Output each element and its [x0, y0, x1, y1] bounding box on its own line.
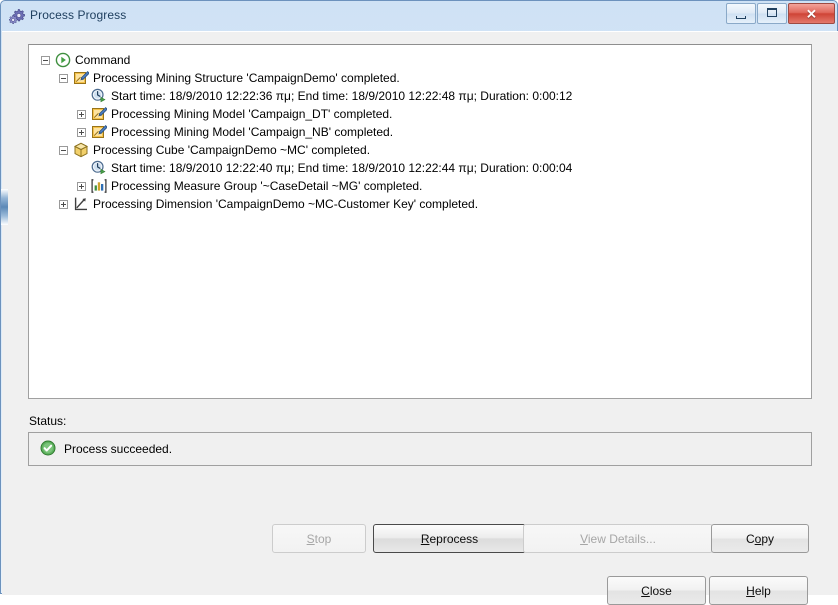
tree-node-label: Command [75, 52, 131, 67]
expand-toggle-icon[interactable] [77, 181, 86, 191]
cube-icon [73, 142, 89, 158]
tree-node[interactable]: Processing Dimension 'CampaignDemo ~MC-C… [29, 195, 811, 213]
dialog-body: Command Processing Mining Structure 'Camp… [2, 31, 838, 605]
help-button[interactable]: Help [709, 576, 808, 605]
maximize-icon [767, 8, 777, 17]
tree-node-label: Processing Mining Model 'Campaign_DT' co… [111, 106, 393, 121]
progress-tree-panel[interactable]: Command Processing Mining Structure 'Camp… [28, 44, 812, 399]
mining-model-icon [91, 106, 108, 122]
reprocess-button[interactable]: Reprocess [373, 524, 526, 553]
mining-model-icon [91, 124, 108, 140]
expand-toggle-icon[interactable] [77, 127, 86, 137]
close-dialog-button-label: Close [641, 583, 672, 598]
measure-group-icon [91, 178, 107, 194]
window-title: Process Progress [30, 8, 127, 22]
tree-node[interactable]: Processing Mining Structure 'CampaignDem… [29, 69, 811, 87]
tree-node-label: Processing Mining Structure 'CampaignDem… [93, 70, 400, 85]
stop-button[interactable]: Stop [272, 524, 366, 553]
reprocess-button-label: Reprocess [420, 531, 479, 546]
expand-toggle-icon[interactable] [77, 109, 86, 119]
clock-run-icon [91, 160, 107, 176]
tree-node-label: Processing Measure Group '~CaseDetail ~M… [111, 178, 423, 193]
status-box: Process succeeded. [28, 432, 812, 466]
tree-node-label: Start time: 18/9/2010 12:22:36 πμ; End t… [111, 88, 573, 103]
tree-node[interactable]: Processing Mining Model 'Campaign_DT' co… [29, 105, 811, 123]
tree-node-spacer [77, 92, 86, 101]
stop-button-label: Stop [306, 531, 332, 546]
tree-node-label: Processing Cube 'CampaignDemo ~MC' compl… [93, 142, 371, 157]
title-bar: Process Progress ✕ [1, 1, 838, 31]
close-button[interactable]: ✕ [788, 3, 835, 24]
process-progress-window: Process Progress ✕ Command Processing Min… [0, 0, 838, 605]
copy-button-label: Copy [745, 531, 775, 546]
tree-node[interactable]: Processing Cube 'CampaignDemo ~MC' compl… [29, 141, 811, 159]
tree-node[interactable]: Processing Mining Model 'Campaign_NB' co… [29, 123, 811, 141]
collapse-toggle-icon[interactable] [41, 55, 50, 65]
window-controls: ✕ [726, 3, 835, 24]
tree-node[interactable]: Start time: 18/9/2010 12:22:40 πμ; End t… [29, 159, 811, 177]
tree-node-spacer [77, 164, 86, 173]
collapse-toggle-icon[interactable] [59, 73, 68, 83]
tree-node-label: Processing Dimension 'CampaignDemo ~MC-C… [93, 196, 479, 211]
tree-node-label: Processing Mining Model 'Campaign_NB' co… [111, 124, 394, 139]
dimension-icon [73, 196, 89, 212]
tree-node[interactable]: Processing Measure Group '~CaseDetail ~M… [29, 177, 811, 195]
minimize-icon [736, 16, 746, 19]
gears-icon [8, 8, 25, 24]
tree-node-label: Start time: 18/9/2010 12:22:40 πμ; End t… [111, 160, 573, 175]
tree-node[interactable]: Command [29, 51, 811, 69]
clock-run-icon [91, 88, 107, 104]
view-details-button-label: View Details... [580, 531, 656, 546]
view-details-button[interactable]: View Details... [523, 524, 713, 553]
close-icon: ✕ [806, 6, 817, 21]
status-label: Status: [29, 414, 67, 428]
mining-structure-icon [73, 70, 90, 86]
play-circle-icon [55, 52, 71, 68]
expand-toggle-icon[interactable] [59, 199, 68, 209]
copy-button[interactable]: Copy [711, 524, 809, 553]
minimize-button[interactable] [726, 3, 756, 24]
success-check-icon [40, 440, 56, 459]
collapse-toggle-icon[interactable] [59, 145, 68, 155]
maximize-button[interactable] [757, 3, 787, 24]
status-text: Process succeeded. [64, 442, 173, 456]
tree-node[interactable]: Start time: 18/9/2010 12:22:36 πμ; End t… [29, 87, 811, 105]
window-edge-artifact [1, 189, 8, 225]
close-dialog-button[interactable]: Close [607, 576, 706, 605]
help-button-label: Help [746, 583, 771, 598]
progress-tree: Command Processing Mining Structure 'Camp… [29, 51, 811, 213]
